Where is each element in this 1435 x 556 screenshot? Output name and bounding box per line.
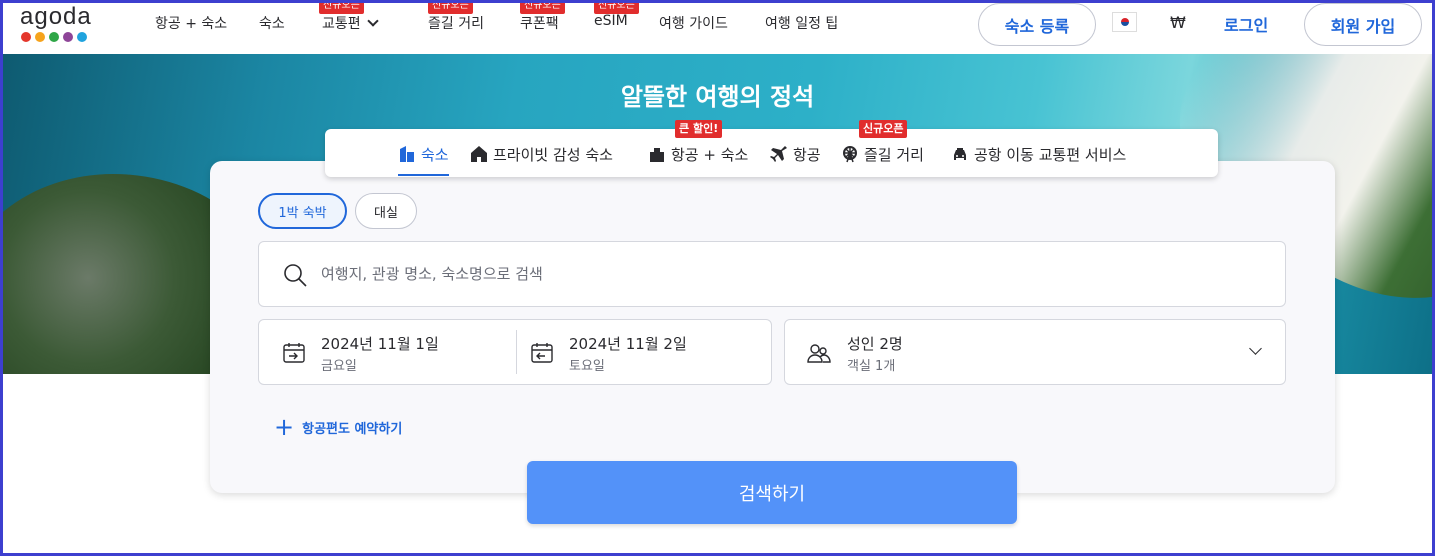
tab-flights[interactable]: 항공: [770, 143, 821, 165]
hotel-icon: [400, 146, 414, 162]
car-icon: [954, 148, 966, 160]
overnight-stay-chip[interactable]: 1박 숙박: [258, 193, 347, 229]
logo-dot: [49, 32, 59, 42]
logo-dots: [21, 32, 100, 42]
product-tabs: 숙소 프라이빗 감성 숙소 항공 + 숙소 항공 즐길 거리 공항 이동 교통편…: [325, 129, 1218, 177]
new-badge: 신규오픈: [594, 0, 639, 14]
guests-icon: [807, 344, 831, 363]
tab-label: 즐길 거리: [864, 145, 924, 164]
nav-item-label: 교통편: [322, 16, 361, 32]
tab-label: 항공 + 숙소: [671, 145, 749, 164]
destination-input[interactable]: [321, 242, 1221, 306]
hero-title: 알뜰한 여행의 정석: [620, 83, 815, 111]
rooms-count: 객실 1개: [847, 359, 896, 374]
nav-item-flight-hotel[interactable]: 항공 + 숙소: [155, 13, 227, 33]
logo-dot: [77, 32, 87, 42]
checkin-calendar-icon: [283, 343, 305, 363]
checkout-day: 토요일: [569, 359, 605, 374]
agoda-logo[interactable]: agoda: [20, 3, 100, 46]
logo-dot: [35, 32, 45, 42]
checkout-field[interactable]: 2024년 11월 2일 토요일: [517, 320, 773, 384]
tab-label: 항공: [793, 145, 821, 164]
discount-badge: 큰 할인!: [675, 120, 723, 138]
logo-dot: [21, 32, 31, 42]
checkin-field[interactable]: 2024년 11월 1일 금요일: [259, 320, 516, 384]
flag-emblem: [1120, 18, 1129, 26]
tab-label: 숙소: [421, 145, 449, 164]
flight-hotel-icon: [650, 148, 664, 162]
signup-button[interactable]: 회원 가입: [1304, 3, 1422, 46]
guests-selector[interactable]: 성인 2명 객실 1개: [784, 319, 1286, 385]
chevron-down-icon: [1249, 342, 1262, 355]
top-navigation: agoda 항공 + 숙소 숙소 교통편 즐길 거리 쿠폰팩 eSIM 여행 가…: [0, 0, 1435, 54]
nav-item-label: 즐길 거리: [428, 16, 484, 32]
add-flight-label: 항공편도 예약하기: [302, 421, 403, 437]
tab-private-stays[interactable]: 프라이빗 감성 숙소: [470, 143, 613, 165]
add-flight-link[interactable]: + 항공편도 예약하기: [274, 413, 403, 441]
login-link[interactable]: 로그인: [1224, 12, 1268, 36]
logo-wordmark: agoda: [20, 3, 92, 30]
currency-selector[interactable]: ₩: [1170, 13, 1186, 32]
tab-label: 프라이빗 감성 숙소: [493, 145, 613, 164]
adults-count: 성인 2명: [847, 335, 903, 353]
new-badge: 신규오픈: [428, 0, 473, 14]
tab-airport-transfer[interactable]: 공항 이동 교통편 서비스: [951, 143, 1126, 165]
nav-item-label: 여행 가이드: [659, 16, 728, 32]
list-property-button[interactable]: 숙소 등록: [978, 3, 1096, 46]
nav-item-label: eSIM: [594, 13, 628, 29]
nav-item-label: 여행 일정 팁: [765, 16, 839, 32]
new-badge: 신규오픈: [319, 0, 364, 14]
search-card: 1박 숙박 대실 2024년 11월 1일 금요일 2024년 11월 2일 토…: [210, 161, 1335, 493]
chevron-down-icon: [366, 15, 379, 27]
airplane-icon: [770, 146, 787, 162]
checkout-calendar-icon: [531, 343, 553, 363]
south-korea-flag-icon[interactable]: [1112, 12, 1137, 32]
nav-item-coupons[interactable]: 쿠폰팩: [520, 13, 559, 33]
nav-item-transport[interactable]: 교통편: [322, 13, 379, 33]
nav-item-activities[interactable]: 즐길 거리: [428, 13, 484, 33]
nav-item-esim[interactable]: eSIM: [594, 13, 628, 29]
new-badge: 신규오픈: [520, 0, 565, 14]
new-badge: 신규오픈: [859, 120, 908, 138]
search-button[interactable]: 검색하기: [527, 461, 1017, 524]
nav-item-itinerary-tips[interactable]: 여행 일정 팁: [765, 13, 838, 33]
nav-item-label: 쿠폰팩: [520, 16, 559, 32]
plus-icon: +: [274, 413, 295, 441]
tab-activities[interactable]: 즐길 거리: [841, 143, 924, 165]
checkin-day: 금요일: [321, 359, 357, 374]
nav-item-hotels[interactable]: 숙소: [259, 13, 285, 33]
ferris-wheel-icon: [843, 146, 857, 163]
tab-flight-hotel[interactable]: 항공 + 숙소: [648, 143, 748, 165]
checkout-date: 2024년 11월 2일: [569, 335, 687, 353]
destination-search-box[interactable]: [258, 241, 1286, 307]
day-use-chip[interactable]: 대실: [355, 193, 417, 229]
nav-item-label: 숙소: [259, 16, 285, 32]
search-icon: [284, 264, 307, 287]
nav-item-travel-guide[interactable]: 여행 가이드: [659, 13, 728, 33]
logo-dot: [63, 32, 73, 42]
tab-hotels[interactable]: 숙소: [398, 143, 449, 176]
tab-label: 공항 이동 교통편 서비스: [974, 145, 1127, 164]
date-range-field: 2024년 11월 1일 금요일 2024년 11월 2일 토요일: [258, 319, 772, 385]
nav-item-label: 항공 + 숙소: [155, 16, 228, 32]
house-icon: [471, 146, 487, 162]
checkin-date: 2024년 11월 1일: [321, 335, 439, 353]
